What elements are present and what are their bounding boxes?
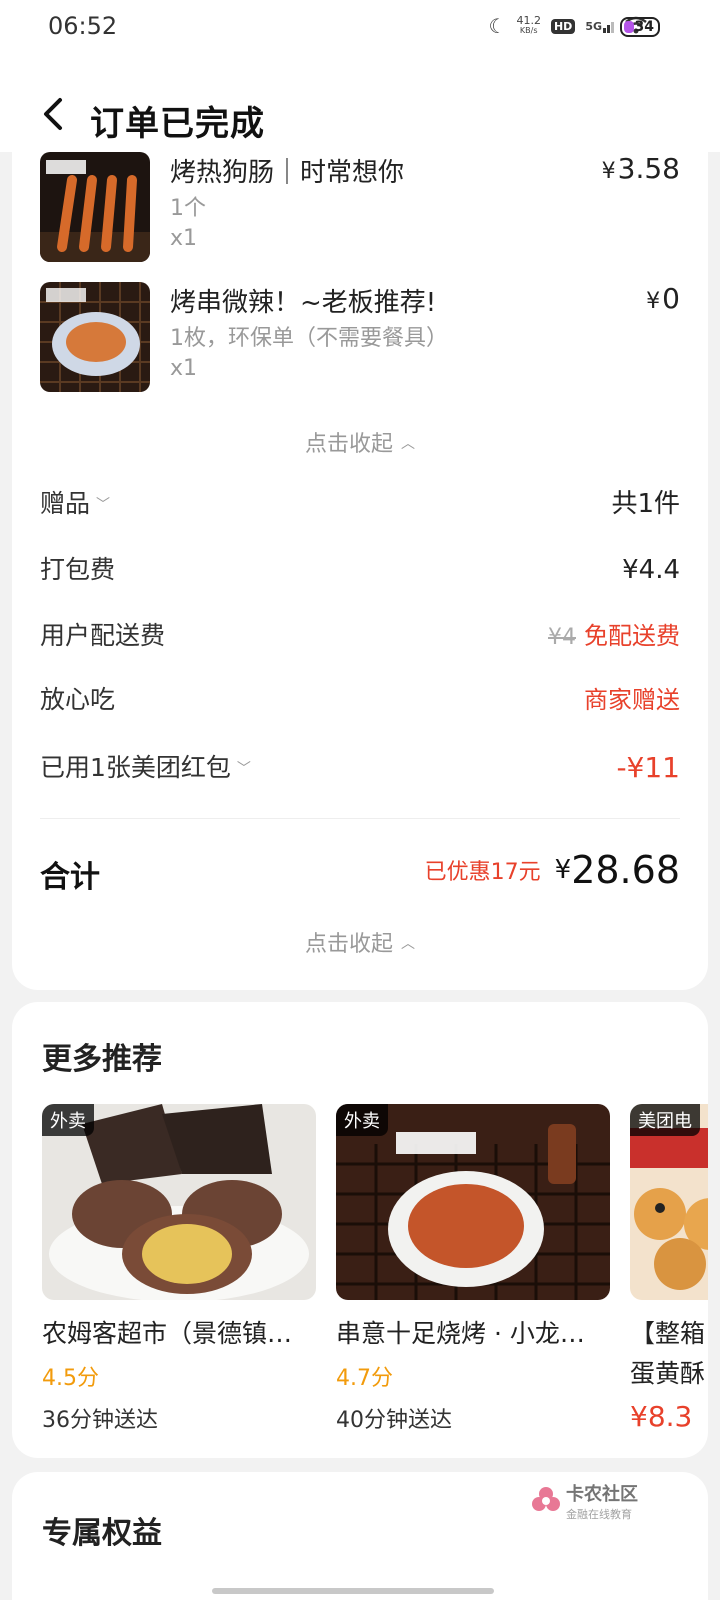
item-thumbnail <box>40 152 150 262</box>
battery-icon: 34 <box>620 17 660 37</box>
item-name: 烤热狗肠｜时常想你 <box>170 158 405 188</box>
safe-eat-value: 商家赠送 <box>584 686 680 714</box>
signal-icon: 5G <box>585 20 614 33</box>
order-item[interactable]: 烤热狗肠｜时常想你 1个 x1 ¥3.58 <box>40 152 680 262</box>
item-price: ¥3.58 <box>601 152 680 185</box>
total-summary: 已优惠17元 ¥28.68 <box>424 848 680 892</box>
collapse-button[interactable]: 点击收起 ︿ <box>12 926 708 958</box>
order-detail-card: 烤热狗肠｜时常想你 1个 x1 ¥3.58 烤串微辣！~老板推荐! 1枚，环保单… <box>12 152 708 990</box>
recommend-image: 美团电 <box>630 1104 708 1300</box>
delivery-fee-row: 用户配送费 ¥4 免配送费 <box>40 621 680 650</box>
item-quantity: x1 <box>170 356 198 381</box>
recommend-tag: 外卖 <box>42 1104 94 1136</box>
recommend-section: 更多推荐 外卖 农姆客超市（景德镇… 4.5分 36分钟送达 外卖 串意十足烧烤… <box>12 1002 708 1458</box>
order-item[interactable]: 烤串微辣！~老板推荐! 1枚，环保单（不需要餐具） x1 ¥0 <box>40 282 680 392</box>
packing-fee-value: ¥4.4 <box>622 555 680 585</box>
recommend-eta: 40分钟送达 <box>336 1408 452 1433</box>
recommend-eta: 36分钟送达 <box>42 1408 158 1433</box>
recommend-card[interactable]: 美团电 【整箱 蛋黄酥 ¥8.3 <box>630 1104 708 1433</box>
item-name: 烤串微辣！~老板推荐! <box>170 288 437 318</box>
recommend-name: 农姆客超市（景德镇… <box>42 1319 293 1348</box>
recommend-image: 外卖 <box>42 1104 316 1300</box>
back-button[interactable] <box>38 94 66 143</box>
item-thumbnail <box>40 282 150 392</box>
recommend-score: 4.7分 <box>336 1366 393 1391</box>
collapse-button[interactable]: 点击收起 ︿ <box>12 426 708 458</box>
gift-row[interactable]: 赠品 ﹀ 共1件 <box>40 484 680 524</box>
section-title: 专属权益 <box>42 1516 162 1551</box>
recommend-score: 4.5分 <box>42 1366 99 1391</box>
recommend-tag: 外卖 <box>336 1104 388 1136</box>
hd-icon: HD <box>550 18 576 34</box>
recommend-name: 【整箱 <box>630 1319 706 1348</box>
status-time: 06:52 <box>48 12 118 40</box>
recommend-name: 串意十足烧烤 · 小龙… <box>336 1319 585 1348</box>
gift-count: 共1件 <box>611 489 680 519</box>
delivery-original-price: ¥4 <box>548 625 576 650</box>
flower-logo-icon <box>532 1487 560 1511</box>
total-label: 合计 <box>40 860 100 895</box>
item-quantity: x1 <box>170 226 198 251</box>
coupon-row[interactable]: 已用1张美团红包 ﹀ -¥11 <box>40 748 680 788</box>
watermark-logo: 卡农社区 金融在线教育 <box>530 1480 638 1522</box>
packing-fee-row: 打包费 ¥4.4 <box>40 550 680 590</box>
divider <box>40 818 680 819</box>
chevron-up-icon: ︿ <box>401 436 415 452</box>
recommend-name-line2: 蛋黄酥 <box>630 1359 706 1388</box>
item-spec: 1枚，环保单（不需要餐具） <box>170 326 448 351</box>
chevron-down-icon: ﹀ <box>236 761 251 777</box>
status-bar: 06:52 ☾ 41.2 KB/s HD 5G 34 <box>0 0 720 56</box>
recommend-card[interactable]: 外卖 农姆客超市（景德镇… 4.5分 36分钟送达 <box>42 1104 316 1434</box>
recommend-tag: 美团电 <box>630 1104 700 1136</box>
free-delivery-label: 免配送费 <box>584 622 680 650</box>
page-header: 订单已完成 <box>0 56 720 152</box>
saved-amount: 已优惠17元 <box>424 860 541 885</box>
net-speed: 41.2 KB/s <box>516 14 541 35</box>
recommend-price: ¥8.3 <box>630 1400 693 1433</box>
page-title: 订单已完成 <box>90 104 265 144</box>
home-indicator[interactable] <box>212 1588 494 1594</box>
item-spec: 1个 <box>170 196 206 221</box>
recommend-image: 外卖 <box>336 1104 610 1300</box>
section-title: 更多推荐 <box>42 1042 162 1077</box>
recommend-card[interactable]: 外卖 串意十足烧烤 · 小龙… 4.7分 40分钟送达 <box>336 1104 610 1434</box>
total-amount: 28.68 <box>571 848 680 892</box>
chevron-up-icon: ︿ <box>401 936 415 952</box>
chevron-down-icon: ﹀ <box>96 497 111 513</box>
safe-eat-row: 放心吃 商家赠送 <box>40 680 680 720</box>
moon-icon: ☾ <box>488 14 507 38</box>
item-price: ¥0 <box>646 282 680 315</box>
coupon-discount: -¥11 <box>616 751 680 784</box>
chevron-left-icon <box>44 98 62 130</box>
